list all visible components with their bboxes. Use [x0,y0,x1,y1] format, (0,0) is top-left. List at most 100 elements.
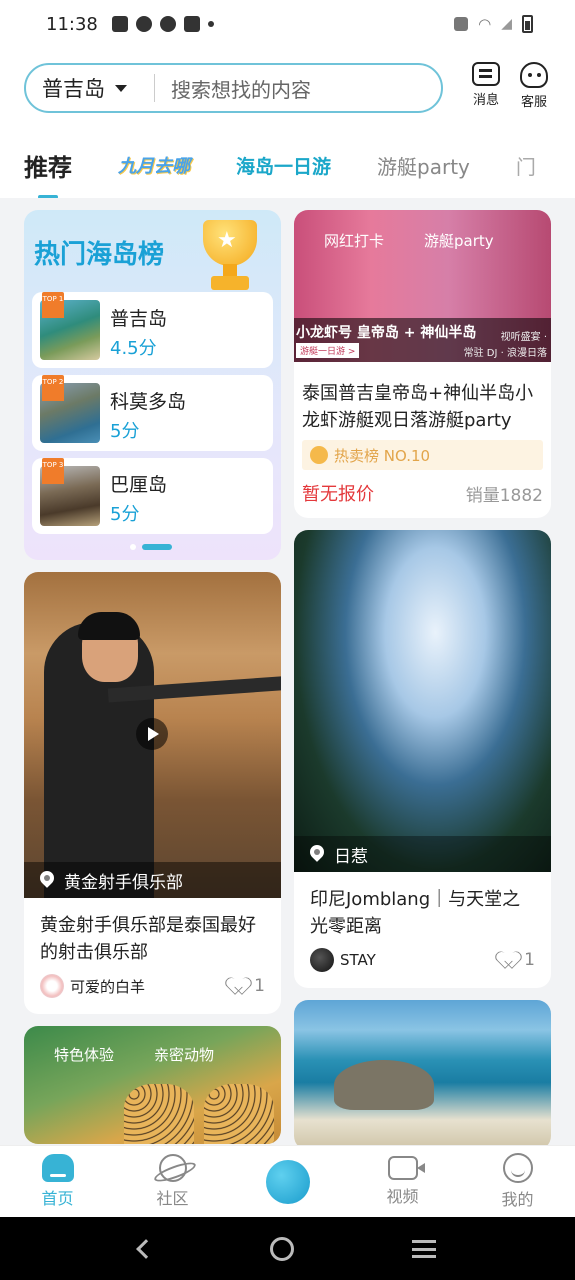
nav-explore[interactable] [230,1146,345,1217]
status-bar: 11:38 ◠ ◢ [0,0,575,48]
feed-column-left: 热门海岛榜 ★ TOP 1 普吉岛 4.5分 TOP 2 科莫多岛 5分 TOP… [24,210,281,1156]
nav-profile-label: 我的 [501,1190,534,1209]
island-name: 科莫多岛 [110,391,187,413]
avatar[interactable] [310,948,334,972]
messages-button[interactable]: 消息 [466,62,506,108]
category-tabs: 推荐 九月去哪 海岛一日游 游艇party 门 [0,132,575,198]
carousel-dot [130,544,136,550]
like-button[interactable]: 1 [231,976,265,996]
location-pin-icon [307,842,327,862]
rank-badge: TOP 2 [42,375,64,401]
author-name[interactable]: 可爱的白羊 [70,976,145,997]
product-title: 泰国普吉皇帝岛+神仙半岛小龙虾游艇观日落游艇party [302,383,534,431]
headset-icon [520,62,548,88]
tab-island-day-tour[interactable]: 海岛一日游 [236,152,331,179]
cheetah-image [124,1084,194,1144]
nav-home-label: 首页 [41,1189,74,1208]
play-icon[interactable] [136,718,168,750]
system-status-icons: ◠ ◢ [454,15,533,33]
tab-recommend[interactable]: 推荐 [24,148,72,198]
island-name: 巴厘岛 [110,474,168,496]
hot-sale-icon [310,446,328,464]
tab-more[interactable]: 门 [516,151,536,180]
hot-list-item[interactable]: TOP 2 科莫多岛 5分 [32,375,273,451]
nav-community[interactable]: 社区 [115,1146,230,1217]
location-selector[interactable]: 普吉岛 [26,73,154,103]
caret-down-icon [115,84,127,92]
post-card-island[interactable] [294,1000,551,1150]
image-overlay-text: 游艇party [424,232,494,250]
app-notification-icon [135,16,152,32]
post-image[interactable]: 特色体验 亲密动物 [24,1026,281,1144]
message-icon [472,62,500,86]
price-label: 暂无报价 [302,484,374,505]
post-video-cover[interactable]: 黄金射手俱乐部 [24,572,281,898]
nav-profile[interactable]: 我的 [460,1146,575,1217]
island-name: 普吉岛 [110,308,168,330]
post-image[interactable]: 日惹 [294,530,551,872]
heart-icon [501,952,519,968]
carousel-dot-active [142,544,172,550]
feed-column-right: 网红打卡 游艇party 小龙虾号 皇帝岛 + 神仙半岛 视听盛宴 · 常驻 D… [294,210,551,1162]
tab-yacht-party[interactable]: 游艇party [377,151,470,180]
post-card-shooting[interactable]: 黄金射手俱乐部 黄金射手俱乐部是泰国最好的射击俱乐部 可爱的白羊 1 [24,572,281,1014]
island-score: 5分 [110,421,140,442]
home-circle-icon[interactable] [270,1236,295,1261]
bottom-navigation: 首页 社区 视频 我的 [0,1145,575,1217]
back-icon[interactable] [135,1238,156,1259]
search-bar[interactable]: 普吉岛 搜索想找的内容 [24,63,443,113]
wifi-icon: ◠ [478,15,492,33]
nav-video[interactable]: 视频 [345,1146,460,1217]
location-text: 黄金射手俱乐部 [64,872,183,893]
hot-list-item[interactable]: TOP 1 普吉岛 4.5分 [32,292,273,368]
hot-list-title: 热门海岛榜 [34,240,165,270]
heart-icon [231,978,249,994]
like-count: 1 [524,950,535,970]
planet-icon [158,1154,187,1182]
messages-label: 消息 [472,93,499,108]
banner-tag: 游艇一日游 > [296,343,360,358]
hot-island-ranking-card[interactable]: 热门海岛榜 ★ TOP 1 普吉岛 4.5分 TOP 2 科莫多岛 5分 TOP… [24,210,281,560]
recent-apps-icon[interactable] [412,1239,437,1258]
rank-badge: TOP 3 [42,458,64,484]
mail-notification-icon [183,16,200,32]
rank-badge: TOP 1 [42,292,64,318]
image-overlay-text: 网红打卡 [324,232,385,250]
location-overlay: 日惹 [294,836,551,872]
island-score: 4.5分 [110,338,157,359]
nav-home[interactable]: 首页 [0,1146,115,1217]
post-card-cave[interactable]: 日惹 印尼Jomblang｜与天堂之光零距离 STAY 1 [294,530,551,988]
product-image[interactable]: 网红打卡 游艇party 小龙虾号 皇帝岛 + 神仙半岛 视听盛宴 · 常驻 D… [294,210,551,362]
post-title: 印尼Jomblang｜与天堂之光零距离 [310,889,521,937]
customer-service-button[interactable]: 客服 [514,62,554,110]
vibrate-icon [454,17,469,31]
status-time: 11:38 [46,13,98,35]
more-notifications-icon [207,21,214,27]
post-card-animals[interactable]: 特色体验 亲密动物 [24,1026,281,1144]
home-icon [41,1154,74,1182]
hot-list-item[interactable]: TOP 3 巴厘岛 5分 [32,458,273,534]
like-count: 1 [254,976,265,996]
author-name[interactable]: STAY [340,951,376,969]
mail-notification-icon [111,16,128,32]
product-card-yacht[interactable]: 网红打卡 游艇party 小龙虾号 皇帝岛 + 神仙半岛 视听盛宴 · 常驻 D… [294,210,551,518]
banner-subtext: 视听盛宴 · [500,332,547,343]
carousel-indicator [130,544,172,550]
post-image[interactable] [294,1000,551,1150]
header: 普吉岛 搜索想找的内容 消息 客服 [0,48,575,132]
video-camera-icon [387,1156,425,1180]
tag-overlay: 特色体验 [54,1046,115,1064]
tab-september[interactable]: 九月去哪 [118,152,190,178]
like-button[interactable]: 1 [501,950,535,970]
tag-overlay: 亲密动物 [154,1046,215,1064]
search-input[interactable]: 搜索想找的内容 [155,74,311,103]
service-label: 客服 [520,95,547,110]
location-pin-icon [37,868,57,888]
avatar[interactable] [40,974,64,998]
globe-icon [265,1159,310,1204]
island-rock-image [334,1060,434,1110]
post-footer: STAY 1 [294,940,551,988]
post-footer: 可爱的白羊 1 [24,966,281,1014]
location-label: 普吉岛 [42,77,105,101]
hot-sale-rank: 热卖榜 NO.10 [334,446,431,465]
